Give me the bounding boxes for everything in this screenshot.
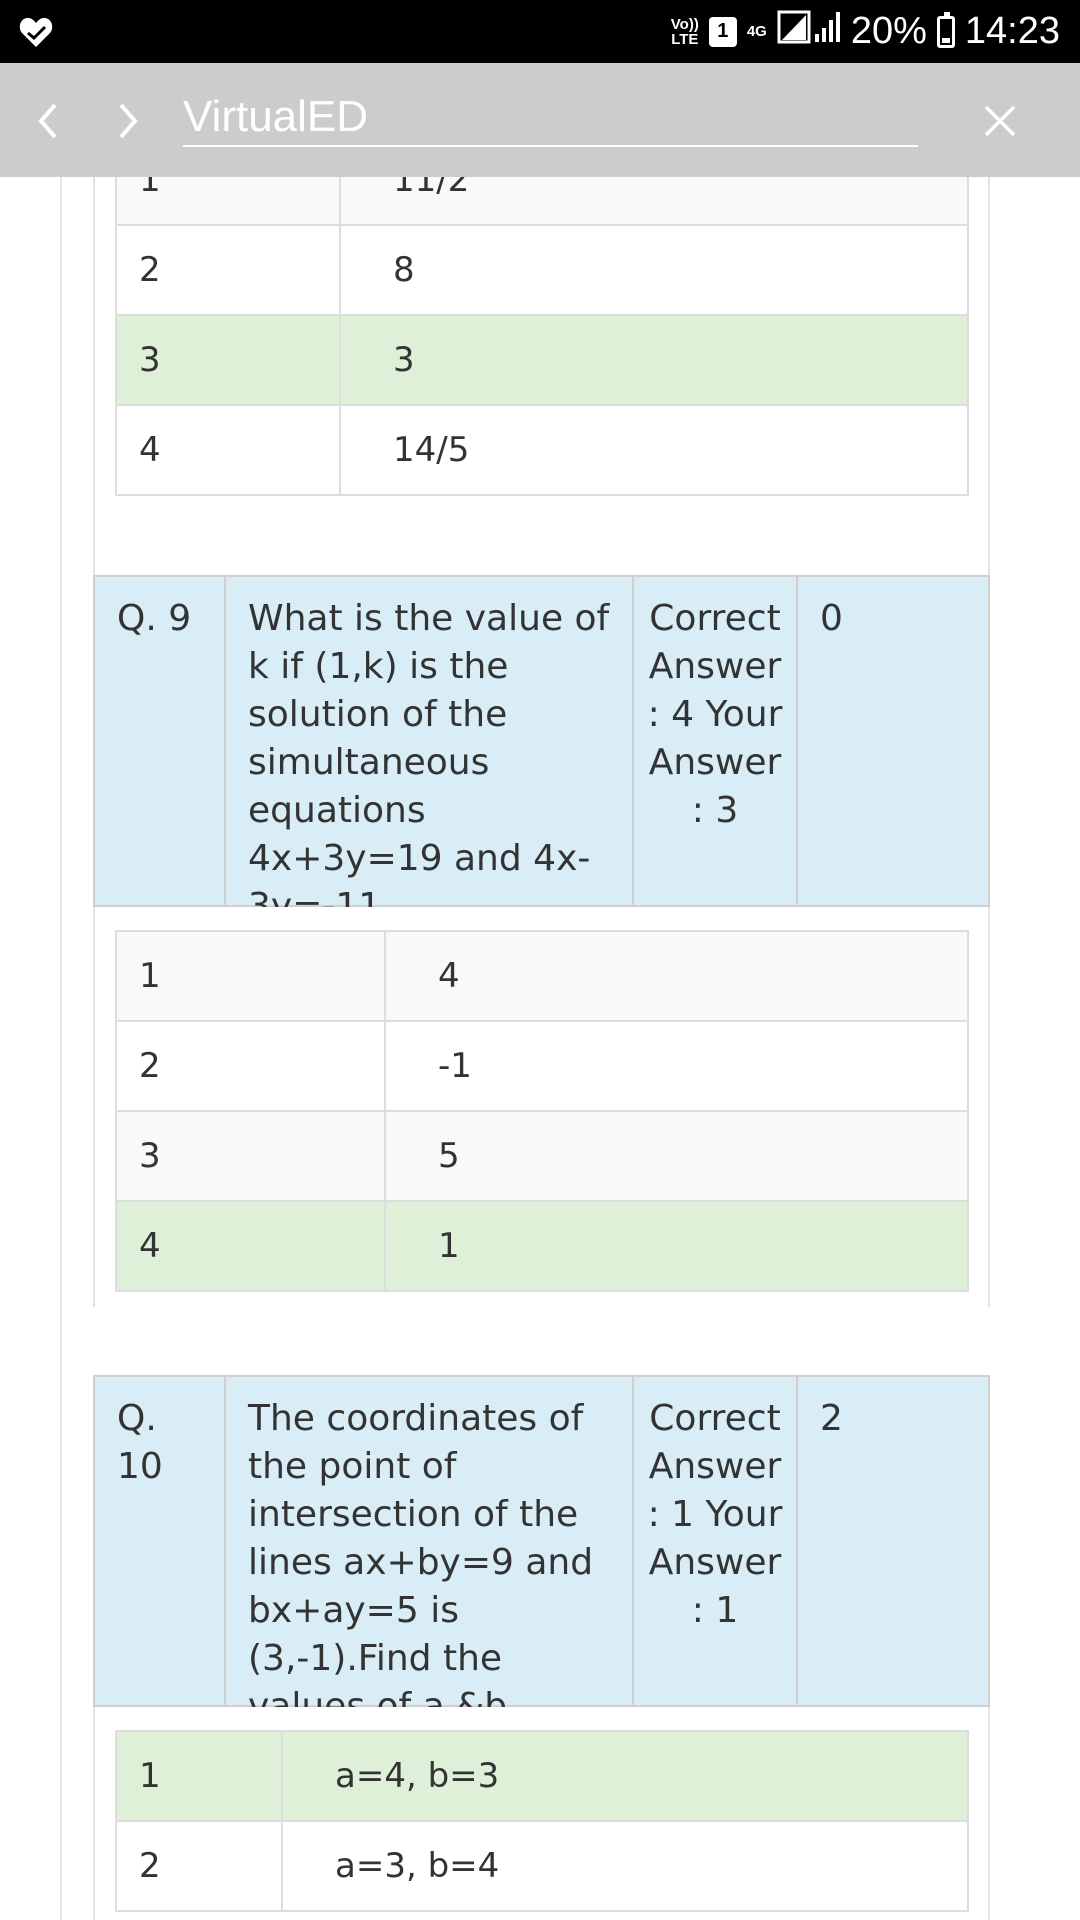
answer-summary: Correct Answer : 1 Your Answer : 1 [634, 1377, 798, 1705]
battery-icon [936, 11, 955, 48]
question-text: What is the value of k if (1,k) is the s… [226, 577, 634, 927]
option-value: 4 [384, 930, 969, 1022]
question-score: 0 [820, 598, 843, 639]
option-number: 3 [115, 1110, 386, 1202]
option-value: 8 [339, 224, 969, 316]
option-number: 2 [115, 224, 341, 316]
option-number: 1 [115, 177, 341, 226]
close-button[interactable] [972, 93, 1028, 149]
results-content: 1 11/2 2 8 3 3 4 14/5 Q. 9 What is the v… [0, 177, 1080, 1920]
option-row: 1 11/2 [115, 177, 969, 226]
network-type: 4G [746, 23, 767, 40]
chevron-left-icon [38, 103, 57, 139]
option-value: 11/2 [339, 177, 969, 226]
option-row: 2 8 [115, 224, 969, 316]
signal-icon [777, 10, 841, 54]
question-text: The coordinates of the point of intersec… [226, 1377, 634, 1727]
option-row-correct: 4 1 [115, 1200, 969, 1292]
heart-check-icon [18, 14, 54, 50]
option-value: -1 [384, 1020, 969, 1112]
option-row-correct: 3 3 [115, 314, 969, 406]
option-number: 1 [115, 1730, 283, 1822]
close-icon [984, 105, 1016, 137]
question-row: Q. 9 What is the value of k if (1,k) is … [93, 575, 990, 927]
option-value: 5 [384, 1110, 969, 1202]
option-number: 4 [115, 1200, 386, 1292]
option-row: 4 14/5 [115, 404, 969, 496]
back-button[interactable] [20, 93, 76, 149]
forward-button[interactable] [100, 93, 156, 149]
option-number: 1 [115, 930, 386, 1022]
option-row-correct: 1 a=4, b=3 [115, 1730, 969, 1822]
question-number: Q. 9 [95, 577, 226, 905]
answer-summary: Correct Answer : 4 Your Answer : 3 [634, 577, 798, 905]
option-number: 4 [115, 404, 341, 496]
question-number: Q. 10 [95, 1377, 226, 1705]
volte-indicator: Vo)) LTE [670, 15, 699, 48]
option-number: 2 [115, 1820, 283, 1912]
page-margin-rule [60, 177, 62, 1920]
option-number: 3 [115, 314, 341, 406]
options-table: 1 a=4, b=3 2 a=3, b=4 [115, 1730, 969, 1912]
chevron-right-icon [119, 103, 138, 139]
sim-indicator: 1 [708, 16, 737, 47]
option-number: 2 [115, 1020, 386, 1112]
option-row: 1 4 [115, 930, 969, 1022]
question-row: Q. 10 The coordinates of the point of in… [93, 1375, 990, 1727]
option-value: 3 [339, 314, 969, 406]
option-row: 3 5 [115, 1110, 969, 1202]
options-table: 1 4 2 -1 3 5 4 1 [115, 930, 969, 1292]
option-value: a=3, b=4 [281, 1820, 969, 1912]
battery-percent: 20% [850, 10, 927, 52]
option-value: 14/5 [339, 404, 969, 496]
option-row: 2 -1 [115, 1020, 969, 1112]
clock: 14:23 [964, 10, 1060, 52]
page-title: VirtualED [183, 89, 918, 147]
option-value: 1 [384, 1200, 969, 1292]
options-table: 1 11/2 2 8 3 3 4 14/5 [115, 177, 969, 496]
browser-toolbar: VirtualED [0, 63, 1080, 177]
question-score: 2 [820, 1398, 843, 1439]
status-bar: Vo)) LTE 1 4G 20% 14:23 [0, 0, 1080, 63]
option-row: 2 a=3, b=4 [115, 1820, 969, 1912]
option-value: a=4, b=3 [281, 1730, 969, 1822]
